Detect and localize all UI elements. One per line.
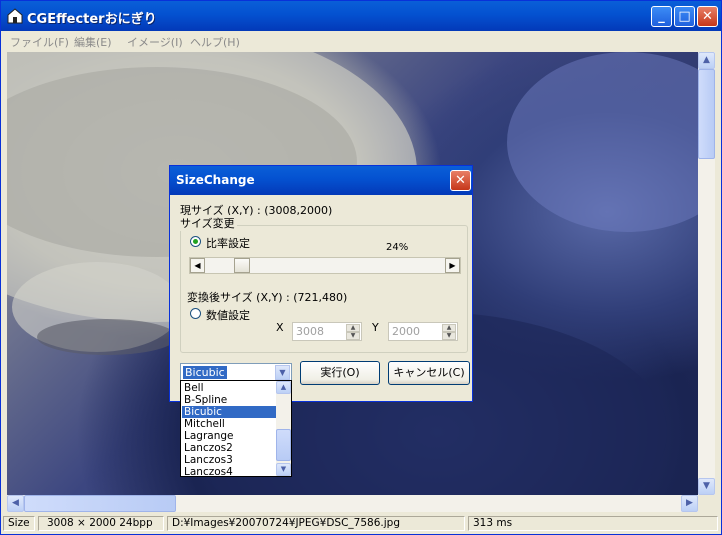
- y-up-icon[interactable]: ▲: [442, 324, 456, 332]
- dialog-title: SizeChange: [176, 173, 255, 187]
- list-item[interactable]: Lagrange: [182, 430, 278, 442]
- horizontal-scrollbar[interactable]: ◀ ▶: [7, 495, 698, 512]
- execute-button[interactable]: 実行(O): [300, 361, 380, 385]
- scroll-left-icon[interactable]: ◀: [7, 495, 24, 512]
- slider-left-icon[interactable]: ◀: [190, 258, 205, 273]
- vertical-scrollbar[interactable]: ▲ ▼: [698, 52, 715, 495]
- status-file-path: D:¥Images¥20070724¥JPEG¥DSC_7586.jpg: [167, 516, 465, 531]
- ratio-slider[interactable]: ◀ ▶: [189, 257, 461, 274]
- horizontal-scroll-thumb[interactable]: [24, 495, 176, 512]
- list-item[interactable]: Lanczos3: [182, 454, 278, 466]
- window-title: CGEffecterおにぎり: [27, 12, 157, 27]
- status-bar: Size 3008 × 2000 24bpp D:¥Images¥2007072…: [1, 514, 721, 534]
- dialog-close-button[interactable]: ✕: [450, 170, 471, 191]
- list-item[interactable]: Bell: [182, 382, 278, 394]
- list-item[interactable]: Lanczos2: [182, 442, 278, 454]
- list-item[interactable]: B-Spline: [182, 394, 278, 406]
- menu-edit[interactable]: 編集(E): [74, 34, 112, 50]
- title-bar[interactable]: CGEffecterおにぎり _ □ ✕: [1, 1, 721, 31]
- status-dimensions: 3008 × 2000 24bpp: [38, 516, 164, 531]
- list-item[interactable]: Lanczos4: [182, 466, 278, 476]
- slider-thumb[interactable]: [234, 258, 250, 273]
- list-item[interactable]: Mitchell: [182, 418, 278, 430]
- numeric-label: 数値設定: [206, 309, 250, 322]
- dialog-title-bar[interactable]: SizeChange ✕: [170, 166, 472, 195]
- radio-selected-dot: [193, 239, 198, 244]
- percent-label: 24%: [386, 242, 409, 253]
- status-mode: Size: [3, 516, 35, 531]
- menu-file[interactable]: ファイル(F): [10, 34, 69, 50]
- close-button[interactable]: ✕: [697, 6, 718, 27]
- vertical-scroll-thumb[interactable]: [698, 69, 715, 159]
- menu-bar: ファイル(F) 編集(E) イメージ(I) ヘルプ(H): [1, 31, 721, 50]
- x-up-icon[interactable]: ▲: [346, 324, 360, 332]
- ratio-radio[interactable]: [190, 236, 201, 247]
- x-value: 3008: [296, 325, 324, 338]
- method-list[interactable]: Bell B-Spline Bicubic Mitchell Lagrange …: [180, 380, 292, 477]
- list-scroll-thumb[interactable]: [276, 429, 291, 461]
- x-spinner[interactable]: 3008 ▲ ▼: [292, 322, 362, 341]
- numeric-radio[interactable]: [190, 308, 201, 319]
- chevron-down-icon[interactable]: ▼: [275, 365, 290, 380]
- list-scrollbar[interactable]: ▲ ▼: [276, 381, 291, 476]
- slider-right-icon[interactable]: ▶: [445, 258, 460, 273]
- ratio-label: 比率設定: [206, 237, 250, 250]
- method-selected: Bicubic: [183, 366, 227, 379]
- scroll-down-icon[interactable]: ▼: [698, 478, 715, 495]
- list-scroll-down-icon[interactable]: ▼: [276, 463, 291, 476]
- x-label: X: [276, 321, 284, 334]
- list-scroll-up-icon[interactable]: ▲: [276, 381, 291, 394]
- menu-image[interactable]: イメージ(I): [127, 34, 183, 50]
- app-icon: [7, 8, 23, 24]
- y-label: Y: [372, 321, 379, 334]
- maximize-button[interactable]: □: [674, 6, 695, 27]
- group-label: サイズ変更: [178, 215, 237, 231]
- scroll-right-icon[interactable]: ▶: [681, 495, 698, 512]
- y-value: 2000: [392, 325, 420, 338]
- minimize-button[interactable]: _: [651, 6, 672, 27]
- list-item-selected[interactable]: Bicubic: [182, 406, 278, 418]
- size-change-dialog: SizeChange ✕ 現サイズ (X,Y) : (3008,2000) サイ…: [169, 165, 473, 402]
- y-down-icon[interactable]: ▼: [442, 332, 456, 340]
- y-spinner[interactable]: 2000 ▲ ▼: [388, 322, 458, 341]
- cancel-button[interactable]: キャンセル(C): [388, 361, 470, 385]
- x-down-icon[interactable]: ▼: [346, 332, 360, 340]
- scroll-up-icon[interactable]: ▲: [698, 52, 715, 69]
- converted-size-label: 変換後サイズ (X,Y) : (721,480): [187, 291, 348, 304]
- menu-help[interactable]: ヘルプ(H): [190, 34, 240, 50]
- status-time: 313 ms: [468, 516, 718, 531]
